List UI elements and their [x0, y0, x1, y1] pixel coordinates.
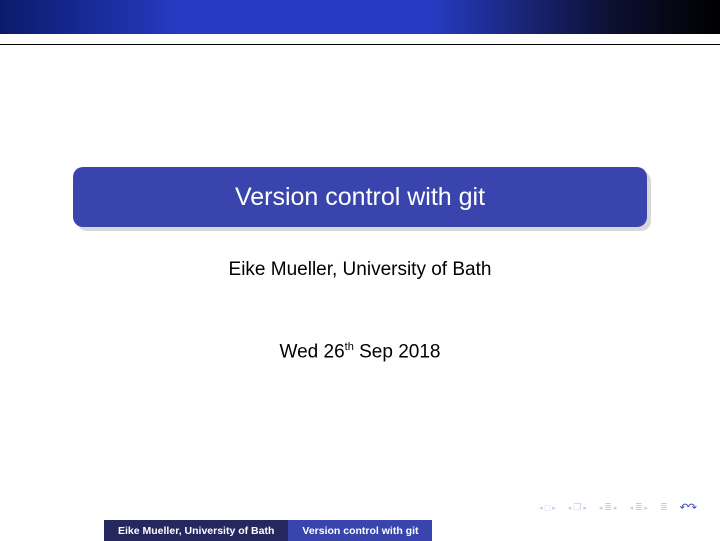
- author-line: Eike Mueller, University of Bath: [0, 259, 720, 281]
- footer-author: Eike Mueller, University of Bath: [104, 520, 288, 541]
- date-line: Wed 26th Sep 2018: [0, 341, 720, 363]
- nav-presentation-icon[interactable]: ≣: [660, 502, 668, 513]
- nav-backforward-icon[interactable]: ↶↷: [680, 501, 696, 514]
- nav-section-icon[interactable]: ◂≣▸: [629, 502, 648, 513]
- date-suffix: Sep 2018: [354, 341, 441, 362]
- nav-slide-icon[interactable]: ◂□▸: [539, 503, 555, 513]
- beamer-nav-icons: ◂□▸ ◂❐▸ ◂≣▸ ◂≣▸ ≣ ↶↷: [539, 501, 696, 514]
- date-prefix: Wed 26: [280, 341, 345, 362]
- date-ordinal: th: [345, 341, 354, 353]
- nav-frame-icon[interactable]: ◂❐▸: [568, 502, 587, 513]
- footer-bar: Eike Mueller, University of Bath Version…: [0, 520, 720, 541]
- footer-title: Version control with git: [288, 520, 432, 541]
- nav-subsection-icon[interactable]: ◂≣▸: [599, 502, 618, 513]
- slide-title: Version control with git: [235, 183, 485, 212]
- title-block: Version control with git: [73, 167, 647, 227]
- slide-content: Version control with git Eike Mueller, U…: [0, 0, 720, 541]
- title-box: Version control with git: [73, 167, 647, 227]
